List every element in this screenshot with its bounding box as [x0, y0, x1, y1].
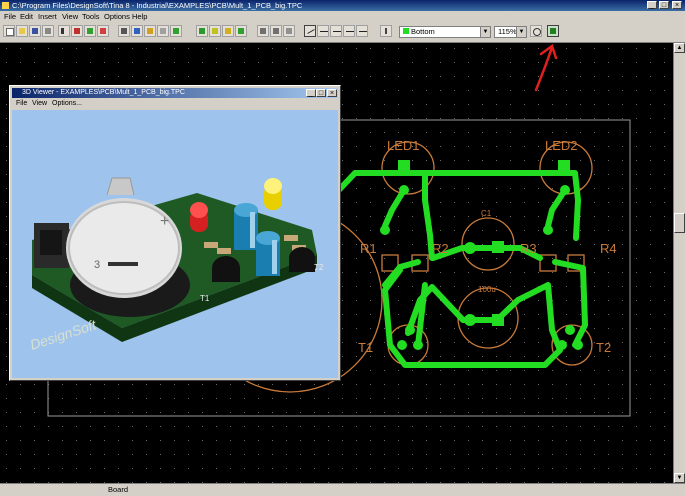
3d-viewer-minimize-button[interactable]: _	[306, 89, 316, 97]
menu-insert[interactable]: Insert	[38, 11, 57, 22]
label-c1: C1	[481, 209, 492, 218]
print-icon[interactable]	[42, 25, 54, 37]
open-icon[interactable]	[16, 25, 28, 37]
title-bar: C:\Program Files\DesignSoft\Tina 8 - Ind…	[0, 0, 685, 11]
status-bar: Board	[0, 483, 685, 496]
menu-help[interactable]: Help	[132, 11, 147, 22]
rotate-icon[interactable]	[97, 25, 109, 37]
menu-view[interactable]: View	[62, 11, 78, 22]
label-r3: R3	[520, 241, 537, 256]
app-icon	[2, 2, 9, 9]
scroll-up-icon[interactable]: ▲	[674, 43, 685, 53]
text-icon[interactable]	[131, 25, 143, 37]
route-icon[interactable]	[380, 25, 392, 37]
drc-check-icon[interactable]	[235, 25, 247, 37]
menu-bar: File Edit Insert View Tools Options Help	[0, 11, 685, 22]
status-layer: Board	[108, 485, 129, 494]
pcb-canvas[interactable]: LED1 LED2 R1 R2 R3 R4 T1 T2 C1 100u 3D V…	[0, 43, 673, 483]
maximize-button[interactable]: □	[659, 1, 669, 9]
label-r2: R2	[432, 241, 449, 256]
menu-tools[interactable]: Tools	[82, 11, 100, 22]
vertical-scrollbar[interactable]: ▲ ▼	[673, 43, 685, 483]
led-yellow-3d	[264, 178, 282, 210]
battery-plus-mark: +	[160, 213, 169, 230]
save-icon[interactable]	[29, 25, 41, 37]
3d-viewer-menu-options[interactable]: Options...	[52, 99, 82, 109]
close-button[interactable]: ×	[672, 1, 682, 9]
undo-icon[interactable]	[257, 25, 269, 37]
select-icon[interactable]	[58, 25, 70, 37]
3d-viewer-window[interactable]: 3D Viewer - EXAMPLES\PCB\Mult_1_PCB_big.…	[9, 85, 341, 381]
menu-edit[interactable]: Edit	[20, 11, 33, 22]
label-led2: LED2	[545, 138, 578, 153]
3d-view-icon[interactable]	[547, 25, 559, 37]
measure-icon[interactable]	[222, 25, 234, 37]
3d-viewer-menu-view[interactable]: View	[32, 99, 47, 109]
3d-viewer-title-bar: 3D Viewer - EXAMPLES\PCB\Mult_1_PCB_big.…	[12, 88, 338, 98]
label-r1: R1	[360, 241, 377, 256]
3d-board-render: + 3 T1 T2 DesignSoft	[28, 177, 324, 353]
outline-icon[interactable]	[209, 25, 221, 37]
curve-icon[interactable]	[343, 25, 355, 37]
menu-options[interactable]: Options	[104, 11, 130, 22]
label-c2: 100u	[478, 285, 496, 294]
zoom-select-value: 115%	[498, 27, 517, 36]
polygon-icon[interactable]	[196, 25, 208, 37]
layer-select[interactable]: Bottom ▼	[399, 26, 491, 38]
3d-viewer-menu-file[interactable]: File	[16, 99, 27, 109]
arc-icon[interactable]	[317, 25, 329, 37]
silk-t2: T2	[314, 263, 324, 272]
zoom-select[interactable]: 115% ▼	[494, 26, 527, 38]
track-icon[interactable]	[304, 25, 316, 37]
line-icon[interactable]	[330, 25, 342, 37]
label-t2: T2	[596, 340, 611, 355]
label-r4: R4	[600, 241, 617, 256]
redo-icon[interactable]	[270, 25, 282, 37]
toolbar: Bottom ▼ 115% ▼	[0, 22, 685, 43]
battery-text: 3	[94, 259, 100, 271]
bezier-icon[interactable]	[356, 25, 368, 37]
scroll-thumb[interactable]	[674, 213, 685, 233]
led-red-3d	[190, 202, 208, 232]
pad-icon[interactable]	[157, 25, 169, 37]
3d-viewer-close-button[interactable]: ×	[327, 89, 337, 97]
layer-select-value: Bottom	[411, 27, 435, 36]
delete-icon[interactable]	[283, 25, 295, 37]
scroll-down-icon[interactable]: ▼	[674, 473, 685, 483]
3d-viewer-title: 3D Viewer - EXAMPLES\PCB\Mult_1_PCB_big.…	[22, 89, 185, 96]
silk-t1: T1	[200, 294, 210, 303]
component-icon[interactable]	[144, 25, 156, 37]
label-t1: T1	[358, 340, 373, 355]
menu-file[interactable]: File	[4, 11, 16, 22]
chevron-down-icon[interactable]: ▼	[516, 27, 526, 37]
3d-render-area[interactable]: + 3 T1 T2 DesignSoft	[12, 110, 338, 378]
3d-viewer-menu: File View Options...	[12, 99, 338, 109]
capacitor-1-3d	[234, 203, 258, 250]
wire-icon[interactable]	[118, 25, 130, 37]
window-title: C:\Program Files\DesignSoft\Tina 8 - Ind…	[12, 1, 303, 10]
minimize-button[interactable]: _	[647, 1, 657, 9]
3d-viewer-maximize-button[interactable]: □	[316, 89, 326, 97]
zoom-in-icon[interactable]	[530, 25, 542, 37]
new-icon[interactable]	[3, 25, 15, 37]
place-icon[interactable]	[84, 25, 96, 37]
label-led1: LED1	[387, 138, 420, 153]
via-icon[interactable]	[170, 25, 182, 37]
pan-icon[interactable]	[71, 25, 83, 37]
board-brand: DesignSoft	[28, 316, 99, 353]
capacitor-2-3d	[256, 231, 280, 276]
chevron-down-icon[interactable]: ▼	[480, 27, 490, 37]
